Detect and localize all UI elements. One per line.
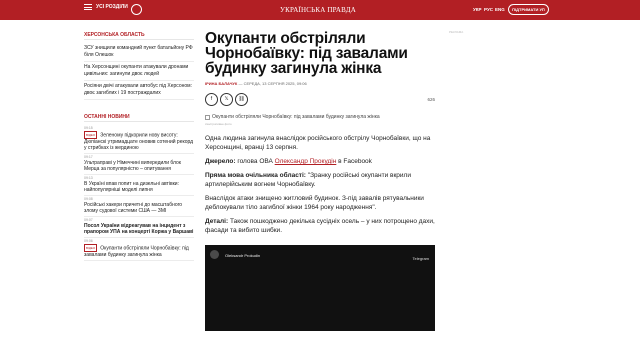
news-title: В Україні впав попит на дизельні автівки… <box>84 181 179 193</box>
all-sections-button[interactable]: УСІ РОЗДІЛИ <box>84 4 128 10</box>
news-title: Посол України відреагував на інцидент з … <box>84 223 194 235</box>
latest-news-item[interactable]: 09:17 Ультраправі у Німеччині випередили… <box>84 154 194 175</box>
paragraph-label: Джерело: <box>205 158 236 165</box>
all-sections-label: УСІ РОЗДІЛИ <box>96 4 128 10</box>
lang-rus[interactable]: РУС <box>484 7 493 12</box>
region-news-item[interactable]: ЗСУ знищили командний пункт батальйону Р… <box>84 43 194 62</box>
view-count: 626 <box>427 97 435 102</box>
ad-label: РЕКЛАМА <box>449 30 464 34</box>
news-title: Російські хакери причетні до масштабного… <box>84 202 183 214</box>
article-date: — СЕРЕДА, 13 СЕРПНЯ 2025, 09:06 <box>237 81 307 86</box>
paragraph-text: голова ОВА <box>235 158 275 165</box>
article-photo: Окупанти обстріляли Чорнобаївку: під зав… <box>205 114 435 120</box>
article-paragraph: Деталі: Також пошкоджено декілька сусідн… <box>205 217 435 235</box>
telegram-brand-label[interactable]: Telegram <box>413 256 429 261</box>
latest-news-item[interactable]: 09:13 В Україні впав попит на дизельні а… <box>84 175 194 196</box>
article-title: Окупанти обстріляли Чорнобаївку: під зав… <box>205 30 408 77</box>
news-title: Ультраправі у Німеччині випередили блок … <box>84 160 181 172</box>
article-paragraph: Внаслідок атаки знищено житловий будинок… <box>205 195 424 211</box>
link-icon[interactable]: ⛓ <box>235 93 248 106</box>
broken-image-icon <box>205 114 210 120</box>
facebook-icon[interactable]: f <box>205 93 218 106</box>
region-news-item[interactable]: Росіяни двічі атакували автобус під Херс… <box>84 81 194 100</box>
region-news-item[interactable]: На Херсонщині окупанти атакували дронами… <box>84 62 194 81</box>
article-paragraph: Джерело: голова ОВА Олександр Прокудін в… <box>205 157 435 166</box>
latest-news-item[interactable]: 09:08 Російські хакери причетні до масшт… <box>84 196 194 217</box>
sidebar: ХЕРСОНСЬКА ОБЛАСТЬ ЗСУ знищили командний… <box>84 32 194 261</box>
video-channel-name[interactable]: Oleksandr Prokudin <box>225 253 260 258</box>
article: Окупанти обстріляли Чорнобаївку: під зав… <box>205 31 435 235</box>
lang-ukr[interactable]: УКР <box>473 7 482 12</box>
channel-avatar <box>210 250 219 259</box>
photo-credit: ілюстративне фото <box>205 122 232 126</box>
author-link[interactable]: ІРИНА БАЛАЧУК <box>205 81 237 86</box>
news-title: Окупанти обстріляли Чорнобаївку: під зав… <box>84 245 189 258</box>
x-icon[interactable]: 𝕏 <box>220 93 233 106</box>
embedded-video[interactable]: Oleksandr Prokudin Telegram <box>205 245 435 331</box>
latest-news-heading[interactable]: ОСТАННІ НОВИНИ <box>84 114 194 122</box>
paragraph-label: Пряма мова очільника області: <box>205 172 306 179</box>
search-icon[interactable] <box>131 4 142 15</box>
share-bar: f 𝕏 ⛓ 626 <box>205 93 435 107</box>
video-tag: ВІДЕО <box>84 131 98 139</box>
lang-eng[interactable]: ENG <box>495 7 505 12</box>
source-link[interactable]: Олександр Прокудін <box>275 158 337 165</box>
site-logo[interactable]: УКРАЇНСЬКА ПРАВДА <box>280 6 356 14</box>
news-title: Зеленому підкорили нову висоту: Дюпіанск… <box>84 132 194 151</box>
paragraph-text: в Facebook <box>336 158 372 165</box>
paragraph-label: Деталі: <box>205 218 229 225</box>
latest-news-item[interactable]: 09:15 ВІДЕО Зеленому підкорили нову висот… <box>84 125 194 154</box>
article-paragraph: Пряма мова очільника області: "Зранку ро… <box>205 171 435 189</box>
paragraph-text: Також пошкоджено декілька сусідніх осель… <box>205 218 435 234</box>
article-paragraph: Одна людина загинула внаслідок російсько… <box>205 135 431 151</box>
top-navigation-bar: УСІ РОЗДІЛИ УКРАЇНСЬКА ПРАВДА УКР РУС EN… <box>0 0 640 20</box>
menu-icon <box>84 4 92 10</box>
video-tag: ВІДЕО <box>84 244 98 252</box>
latest-news-item[interactable]: 09:07 Посол України відреагував на інцид… <box>84 217 194 238</box>
article-byline: ІРИНА БАЛАЧУК — СЕРЕДА, 13 СЕРПНЯ 2025, … <box>205 81 435 86</box>
support-button[interactable]: ПІДТРИМАТИ УП <box>508 4 549 15</box>
photo-alt-text: Окупанти обстріляли Чорнобаївку: під зав… <box>212 114 380 120</box>
latest-news-item[interactable]: 09:06 ВІДЕО Окупанти обстріляли Чорнобаїв… <box>84 238 194 261</box>
region-heading[interactable]: ХЕРСОНСЬКА ОБЛАСТЬ <box>84 32 194 40</box>
